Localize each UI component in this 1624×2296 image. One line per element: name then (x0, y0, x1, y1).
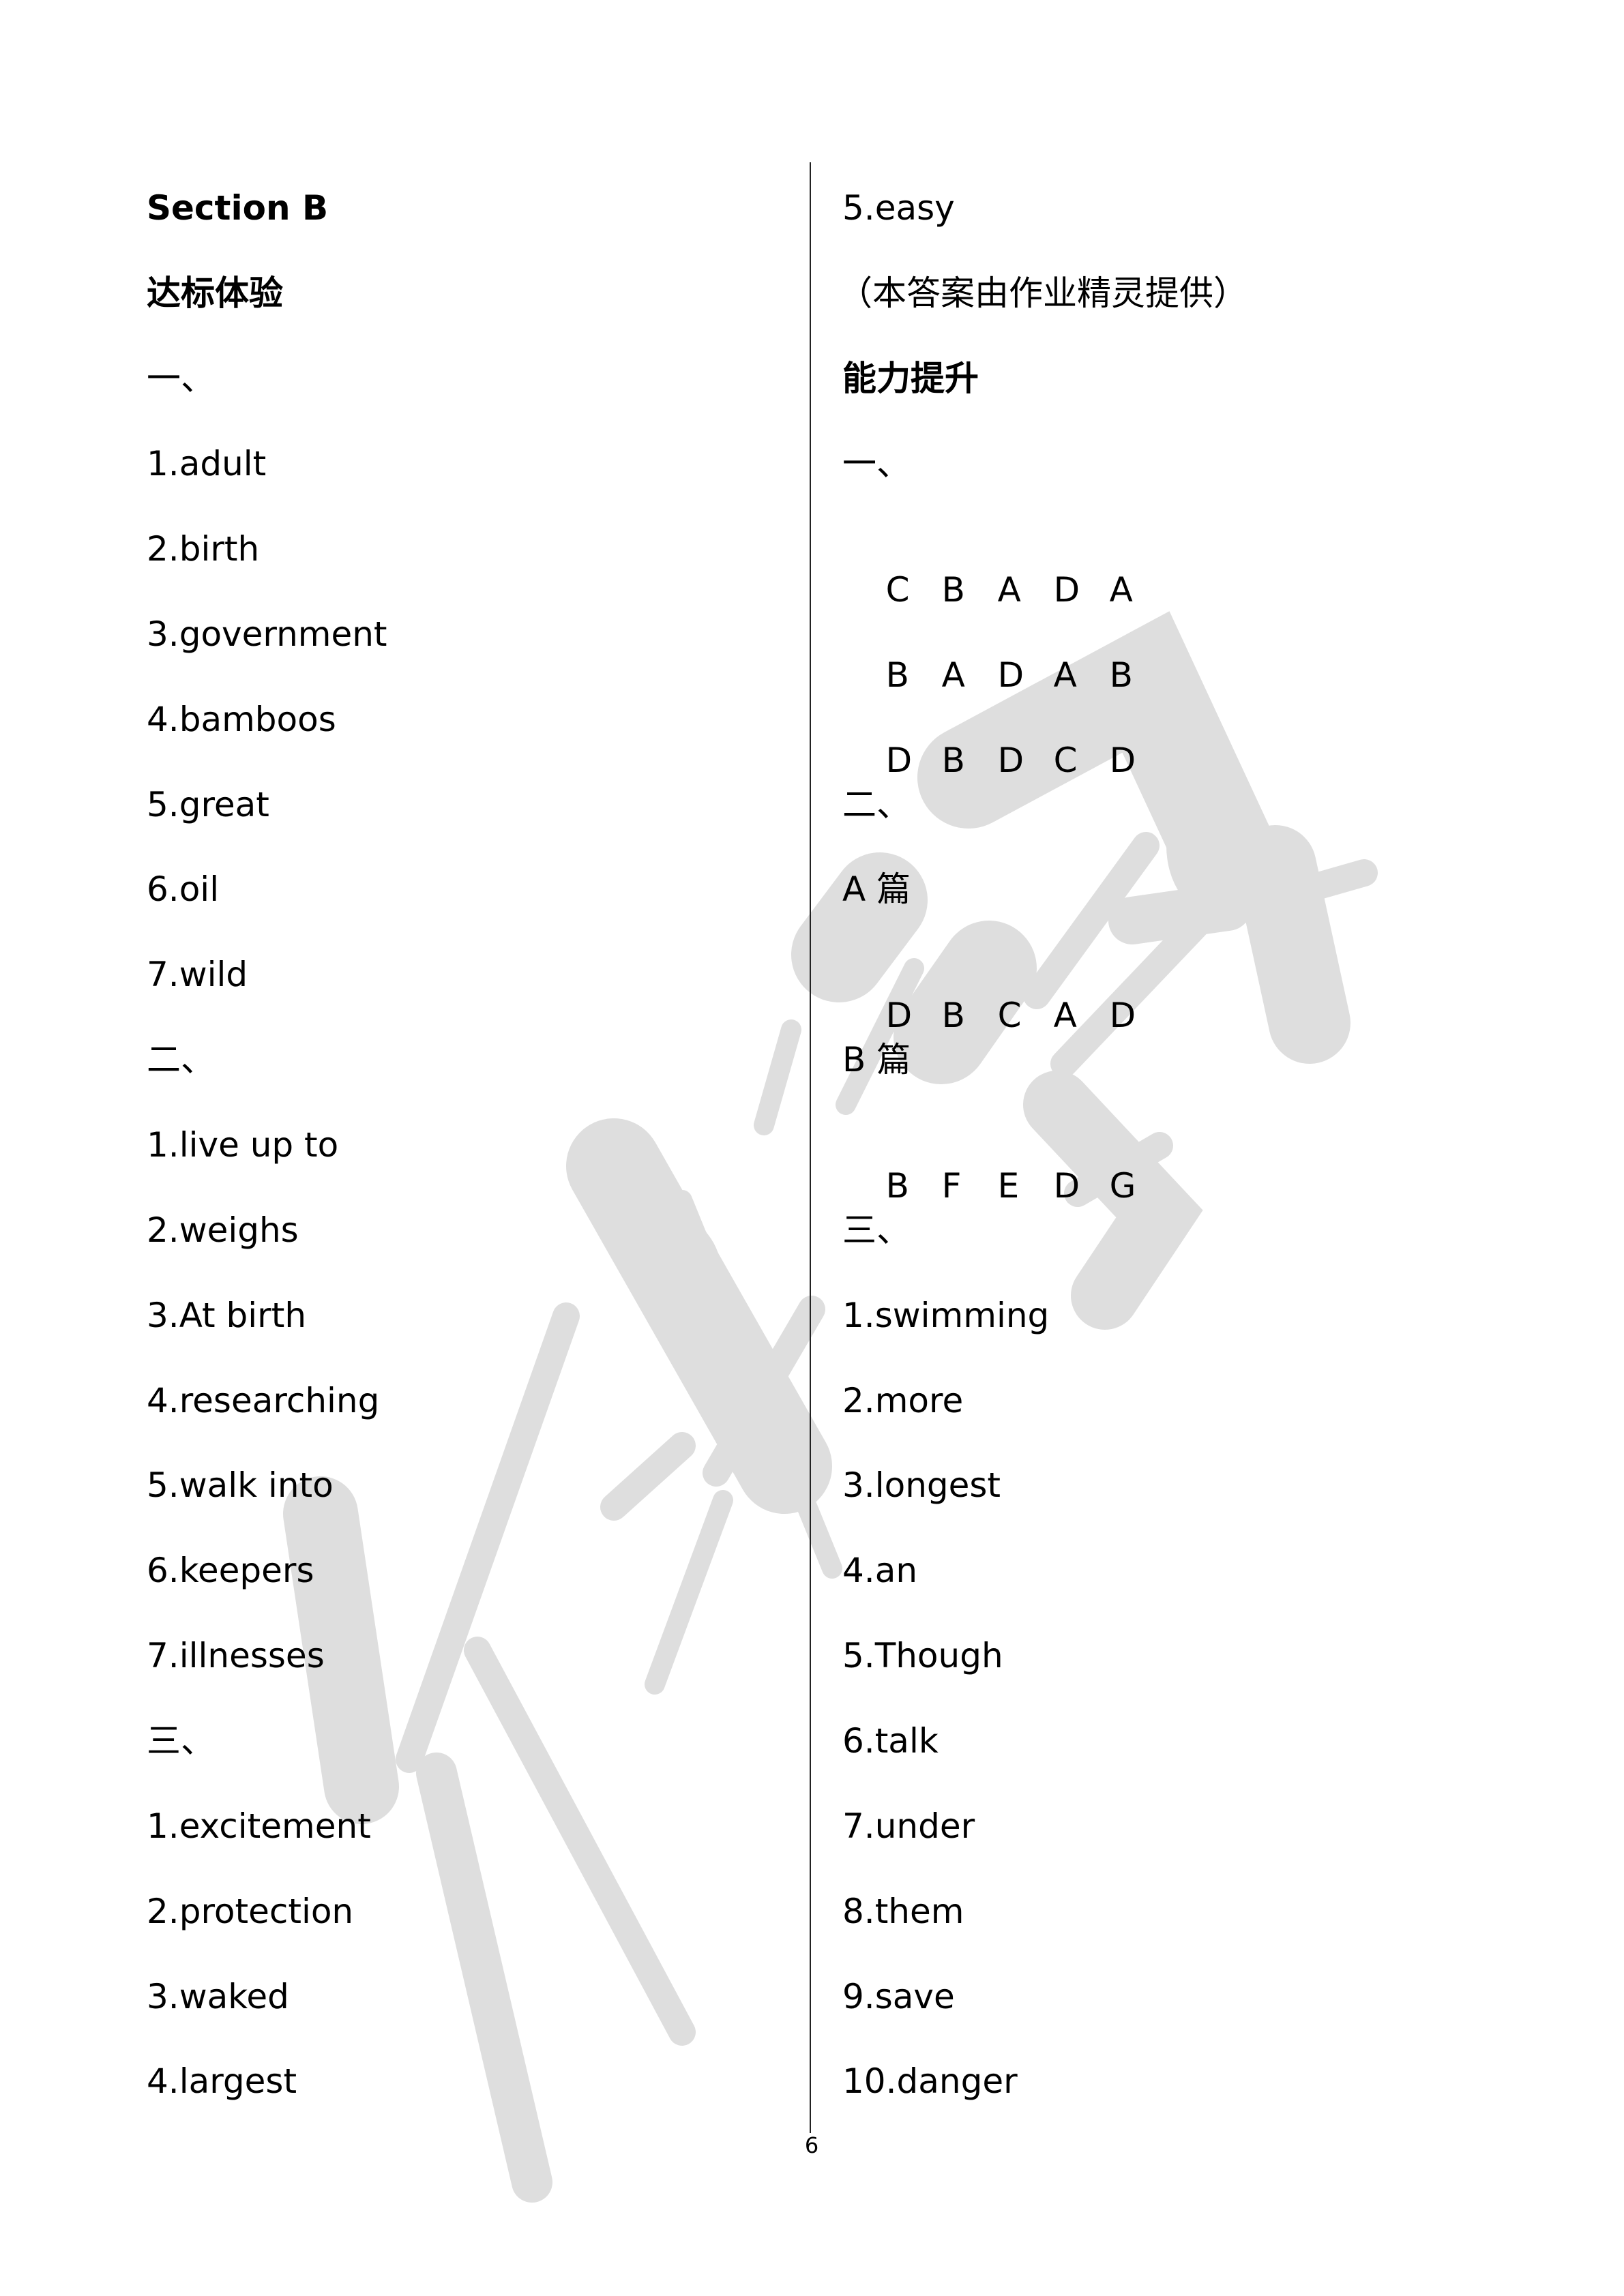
choice-answer: E (997, 1166, 1020, 1206)
passage-label: B 篇 (842, 1040, 911, 1079)
choice-answer: A (997, 570, 1021, 610)
choice-answer: D (1109, 996, 1136, 1035)
answer-item: 2.more (842, 1381, 964, 1420)
choice-answer: D (1053, 1166, 1080, 1206)
choice-answer: D (885, 741, 913, 780)
choice-answer: G (1109, 1166, 1136, 1206)
answer-item: 6.oil (147, 869, 220, 909)
choice-row: BFEDG (842, 1124, 1166, 1206)
answer-item: 8.them (842, 1892, 964, 1931)
choice-answer: B (941, 996, 965, 1035)
answer-item: 4.researching (147, 1381, 380, 1420)
choice-answer: B (885, 1166, 909, 1206)
subsection-title: 达标体验 (147, 273, 283, 313)
choice-answer: A (1053, 655, 1077, 695)
choice-answer: B (885, 655, 909, 695)
choice-row: CBADA (842, 528, 1166, 610)
part-heading: 一、 (842, 444, 911, 483)
answer-item: 3.waked (147, 1977, 289, 2016)
answer-item: 3.longest (842, 1465, 1001, 1505)
choice-answer: D (997, 655, 1024, 695)
subsection-title: 能力提升 (842, 359, 979, 398)
choice-row: BADAB (842, 614, 1166, 695)
choice-answer: A (1109, 570, 1133, 610)
answer-item: 4.largest (147, 2061, 297, 2101)
answer-item: 5.Though (842, 1636, 1003, 1675)
choice-row: DBCAD (842, 954, 1166, 1035)
choice-answer: A (1053, 996, 1077, 1035)
choice-answer: D (885, 996, 913, 1035)
choice-answer: B (1109, 655, 1133, 695)
choice-answer: B (941, 570, 965, 610)
answer-item: 1.adult (147, 444, 267, 483)
answer-item: 3.government (147, 614, 387, 654)
answer-item: 4.bamboos (147, 700, 336, 739)
choice-answer: F (941, 1166, 962, 1206)
answer-item: 5.easy (842, 188, 955, 228)
answer-item: 1.swimming (842, 1296, 1050, 1335)
answer-item: 6.keepers (147, 1551, 314, 1590)
answer-item: 2.weighs (147, 1210, 299, 1250)
answer-item: 7.illnesses (147, 1636, 325, 1675)
choice-answer: D (1109, 741, 1136, 780)
part-heading: 三、 (842, 1210, 911, 1250)
choice-answer: C (885, 570, 910, 610)
answer-item: 2.protection (147, 1892, 354, 1931)
answer-item: 5.walk into (147, 1465, 334, 1505)
answer-item: 10.danger (842, 2061, 1018, 2101)
answer-item: 9.save (842, 1977, 955, 2016)
part-heading: 二、 (842, 785, 911, 824)
answer-item: 4.an (842, 1551, 918, 1590)
column-divider (810, 162, 811, 2133)
choice-answer: A (941, 655, 965, 695)
section-title: Section B (147, 188, 329, 228)
credit-note: （本答案由作业精灵提供） (838, 273, 1247, 313)
answer-item: 7.under (842, 1806, 975, 1846)
answer-item: 1.live up to (147, 1125, 339, 1165)
passage-label: A 篇 (842, 869, 911, 909)
part-heading: 二、 (147, 1040, 215, 1079)
choice-answer: C (1053, 741, 1078, 780)
choice-answer: D (997, 741, 1024, 780)
choice-answer: D (1053, 570, 1080, 610)
choice-answer: B (941, 741, 965, 780)
answer-item: 2.birth (147, 529, 260, 569)
answer-item: 6.talk (842, 1721, 939, 1761)
part-heading: 一、 (147, 359, 215, 398)
page-number: 6 (804, 2132, 819, 2158)
answer-item: 3.At birth (147, 1296, 307, 1335)
answer-item: 1.excitement (147, 1806, 371, 1846)
answer-item: 7.wild (147, 955, 248, 994)
choice-row: DBDCD (842, 699, 1166, 780)
answer-item: 5.great (147, 785, 269, 824)
part-heading: 三、 (147, 1721, 215, 1761)
choice-answer: C (997, 996, 1022, 1035)
